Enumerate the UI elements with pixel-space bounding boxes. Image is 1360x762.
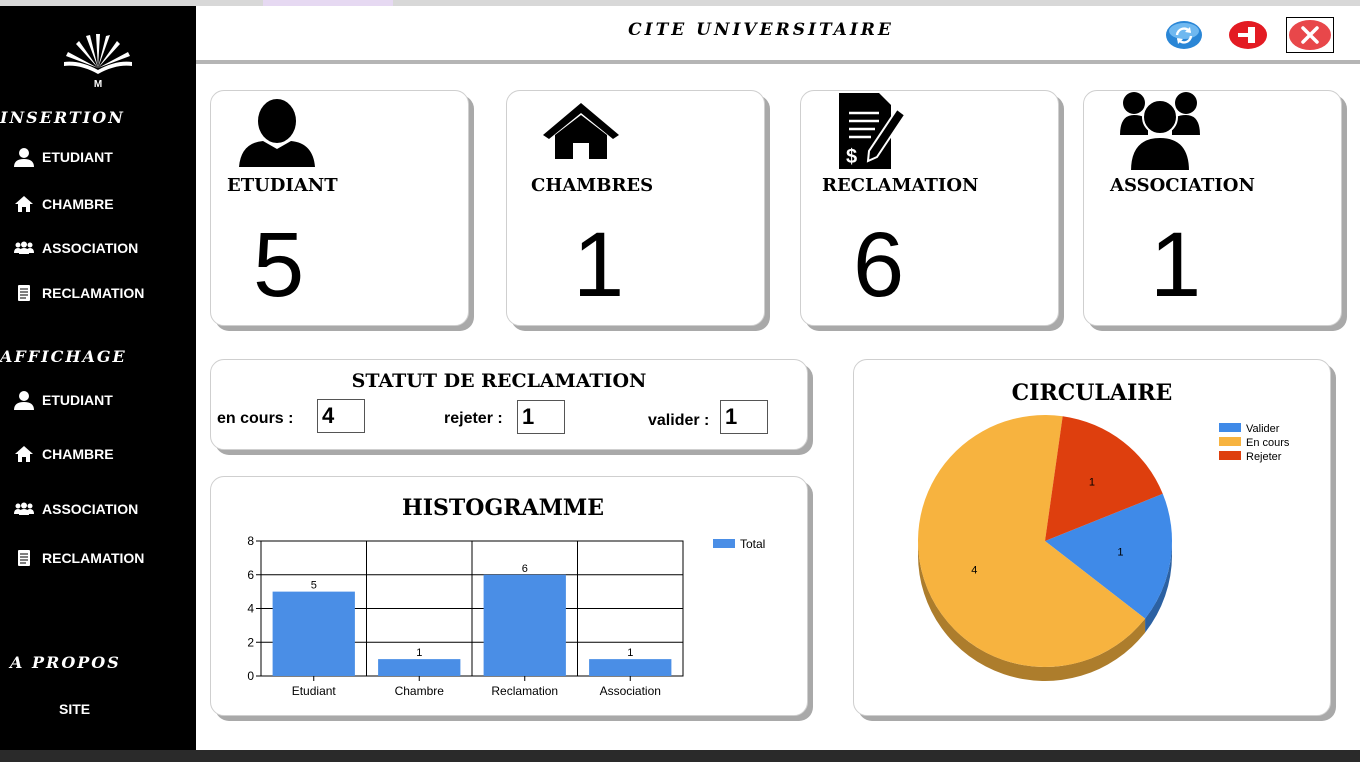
bar-data-label: 6 <box>522 563 528 575</box>
bar-chart: 0 2 4 6 8 5 Etudiant 1 Chambre 6 Reclamation 1 Assoc… <box>247 534 765 698</box>
histogram-panel: HISTOGRAMME 0 2 4 6 8 5 Etudiant 1 Chambre 6 Recla… <box>210 476 808 716</box>
sidebar-item-label: ASSOCIATION <box>42 501 139 517</box>
stat-card-chambres[interactable]: CHAMBRES 1 <box>506 90 765 326</box>
legend-label: En cours <box>1246 437 1290 449</box>
sidebar-insert-etudiant[interactable]: ETUDIANT <box>12 146 113 168</box>
logout-icon <box>1229 21 1267 49</box>
document-icon <box>12 547 36 569</box>
sidebar-view-association[interactable]: ASSOCIATION <box>12 498 138 520</box>
valider-field[interactable]: 1 <box>720 400 768 434</box>
sidebar: M INSERTION ETUDIANT CHAMBRE ASSOCIATION… <box>0 6 196 750</box>
pie-panel: CIRCULAIRE 1 4 1 Valider En cours Rejeter <box>853 359 1331 716</box>
stat-card-etudiant[interactable]: ETUDIANT 5 <box>210 90 469 326</box>
bar-data-label: 1 <box>627 647 633 659</box>
sidebar-item-label: SITE <box>59 701 91 717</box>
stat-value: 1 <box>1150 214 1202 316</box>
legend-swatch <box>1219 437 1241 446</box>
stat-value: 1 <box>573 214 625 316</box>
home-icon <box>12 443 36 465</box>
x-tick-label: Association <box>600 684 661 698</box>
user-icon <box>12 389 36 411</box>
user-icon <box>239 99 315 167</box>
stat-label: ETUDIANT <box>227 175 338 196</box>
sidebar-site-link[interactable]: SITE <box>59 698 90 720</box>
pie-data-label: 1 <box>1117 547 1123 559</box>
svg-text:$: $ <box>846 146 857 168</box>
close-icon <box>1289 20 1331 50</box>
group-icon <box>12 498 36 520</box>
sidebar-insert-association[interactable]: ASSOCIATION <box>12 237 138 259</box>
sidebar-item-label: ETUDIANT <box>42 149 113 165</box>
user-icon <box>12 146 36 168</box>
affichage-section-title: AFFICHAGE <box>0 347 127 366</box>
header-bar: CITE UNIVERSITAIRE <box>196 6 1360 64</box>
apropos-section-title: A PROPOS <box>10 653 121 672</box>
stat-label: ASSOCIATION <box>1110 175 1255 196</box>
y-tick-label: 6 <box>247 568 254 582</box>
bar <box>589 659 672 676</box>
rejeter-label: rejeter : <box>444 410 503 427</box>
sidebar-item-label: RECLAMATION <box>42 285 145 301</box>
sidebar-item-label: ETUDIANT <box>42 392 113 408</box>
bar <box>378 659 461 676</box>
logout-button[interactable] <box>1228 19 1268 51</box>
pie-data-label: 4 <box>971 564 977 576</box>
insertion-section-title: INSERTION <box>0 108 125 127</box>
logo-letter: M <box>94 79 102 90</box>
stat-card-reclamation[interactable]: $ RECLAMATION 6 <box>800 90 1059 326</box>
stat-value: 6 <box>853 214 905 316</box>
refresh-icon <box>1166 21 1202 49</box>
x-tick-label: Reclamation <box>491 684 558 698</box>
sidebar-insert-reclamation[interactable]: RECLAMATION <box>12 282 144 304</box>
stat-card-association[interactable]: ASSOCIATION 1 <box>1083 90 1342 326</box>
sidebar-view-chambre[interactable]: CHAMBRE <box>12 443 114 465</box>
sidebar-view-etudiant[interactable]: ETUDIANT <box>12 389 113 411</box>
legend-label: Total <box>740 537 765 551</box>
home-icon <box>543 103 619 159</box>
y-tick-label: 8 <box>247 534 254 548</box>
sidebar-insert-chambre[interactable]: CHAMBRE <box>12 193 114 215</box>
app-logo: M <box>60 26 136 90</box>
valider-label: valider : <box>648 412 710 429</box>
sidebar-view-reclamation[interactable]: RECLAMATION <box>12 547 144 569</box>
en-cours-field[interactable]: 4 <box>317 399 365 433</box>
rejeter-field[interactable]: 1 <box>517 400 565 434</box>
document-icon <box>12 282 36 304</box>
stat-label: CHAMBRES <box>531 175 654 196</box>
sidebar-item-label: CHAMBRE <box>42 196 114 212</box>
status-panel: STATUT DE RECLAMATION en cours : 4 rejet… <box>210 359 808 450</box>
pie-data-label: 1 <box>1089 476 1095 488</box>
legend-swatch <box>1219 451 1241 460</box>
home-icon <box>12 193 36 215</box>
bar-data-label: 5 <box>311 580 317 592</box>
y-tick-label: 0 <box>247 669 254 683</box>
group-icon <box>1120 92 1200 171</box>
status-panel-title: STATUT DE RECLAMATION <box>351 370 647 392</box>
app-window: M INSERTION ETUDIANT CHAMBRE ASSOCIATION… <box>0 0 1360 762</box>
sidebar-item-label: CHAMBRE <box>42 446 114 462</box>
x-tick-label: Etudiant <box>292 684 337 698</box>
pie-chart: 1 4 1 Valider En cours Rejeter <box>918 415 1290 681</box>
page-title: CITE UNIVERSITAIRE <box>628 20 894 40</box>
bar <box>483 574 566 676</box>
bar-data-label: 1 <box>416 647 422 659</box>
sidebar-item-label: ASSOCIATION <box>42 240 139 256</box>
stat-value: 5 <box>253 214 305 316</box>
legend-label: Rejeter <box>1246 451 1282 463</box>
stat-label: RECLAMATION <box>822 175 979 196</box>
y-tick-label: 4 <box>247 602 254 616</box>
close-button[interactable] <box>1286 17 1334 53</box>
legend-swatch <box>1219 423 1241 432</box>
group-icon <box>12 237 36 259</box>
refresh-button[interactable] <box>1164 19 1204 51</box>
en-cours-label: en cours : <box>217 410 294 427</box>
bar <box>272 591 355 676</box>
sidebar-item-label: RECLAMATION <box>42 550 145 566</box>
taskbar-strip <box>0 750 1360 762</box>
legend-label: Valider <box>1246 423 1280 435</box>
x-tick-label: Chambre <box>395 684 445 698</box>
y-tick-label: 2 <box>247 635 254 649</box>
document-icon: $ <box>839 93 907 169</box>
legend-swatch <box>713 539 735 548</box>
